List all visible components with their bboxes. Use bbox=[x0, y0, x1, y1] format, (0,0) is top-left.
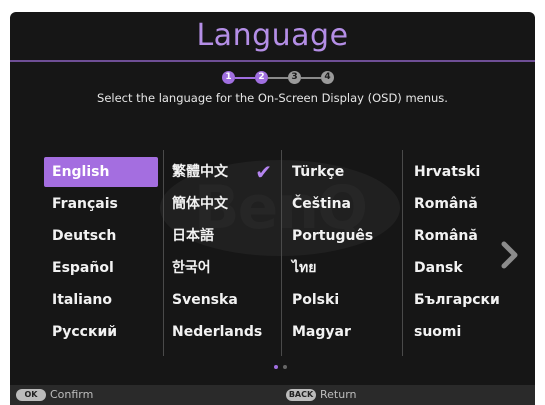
language-option[interactable]: Polski bbox=[284, 285, 398, 315]
page-indicator-dot-active bbox=[274, 365, 278, 369]
back-key-icon: BACK bbox=[286, 389, 316, 401]
column-divider bbox=[281, 150, 282, 356]
language-option[interactable]: 한국어 bbox=[164, 253, 278, 283]
language-option[interactable]: Français bbox=[44, 189, 158, 219]
language-option[interactable]: Nederlands bbox=[164, 317, 278, 347]
step-connector bbox=[301, 77, 321, 79]
column-divider bbox=[402, 150, 403, 356]
step-3: 3 bbox=[288, 71, 301, 84]
return-label[interactable]: Return bbox=[320, 388, 357, 402]
language-option[interactable]: suomi bbox=[406, 317, 496, 347]
ok-key-icon: OK bbox=[16, 389, 46, 401]
language-option[interactable]: Türkçe bbox=[284, 157, 398, 187]
language-option[interactable]: Русский bbox=[44, 317, 158, 347]
confirm-label[interactable]: Confirm bbox=[50, 388, 93, 402]
language-option-checked[interactable]: 繁體中文 ✔ bbox=[164, 157, 278, 187]
language-option[interactable]: Română bbox=[406, 221, 496, 251]
step-4: 4 bbox=[321, 71, 334, 84]
instruction-text: Select the language for the On-Screen Di… bbox=[97, 91, 448, 105]
language-option[interactable]: Deutsch bbox=[44, 221, 158, 251]
step-connector bbox=[268, 77, 288, 79]
page-indicator-dot bbox=[283, 365, 287, 369]
language-label: 繁體中文 bbox=[172, 164, 228, 180]
chevron-right-icon[interactable] bbox=[498, 240, 522, 270]
osd-language-screen: Language 1 2 3 4 Select the language for… bbox=[10, 12, 535, 405]
language-option-english[interactable]: English bbox=[44, 157, 158, 187]
language-option[interactable]: Magyar bbox=[284, 317, 398, 347]
language-option[interactable]: Português bbox=[284, 221, 398, 251]
language-option[interactable]: Svenska bbox=[164, 285, 278, 315]
language-option[interactable]: Čeština bbox=[284, 189, 398, 219]
language-option[interactable]: Hrvatski bbox=[406, 157, 496, 187]
language-option[interactable]: Български bbox=[406, 285, 500, 315]
check-icon: ✔ bbox=[255, 160, 272, 184]
language-option[interactable]: 日本語 bbox=[164, 221, 278, 251]
title-divider bbox=[10, 60, 535, 62]
language-option[interactable]: 簡体中文 bbox=[164, 189, 278, 219]
language-option[interactable]: ไทย bbox=[284, 253, 398, 283]
step-2: 2 bbox=[255, 71, 268, 84]
language-option[interactable]: Italiano bbox=[44, 285, 158, 315]
language-option[interactable]: Română bbox=[406, 189, 496, 219]
language-option[interactable]: Español bbox=[44, 253, 158, 283]
step-1: 1 bbox=[222, 71, 235, 84]
setup-step-indicator: 1 2 3 4 bbox=[220, 71, 350, 85]
language-option[interactable]: Dansk bbox=[406, 253, 496, 283]
page-title: Language bbox=[196, 18, 349, 53]
step-connector bbox=[235, 77, 255, 79]
footer-bar: OK Confirm BACK Return bbox=[10, 385, 535, 405]
